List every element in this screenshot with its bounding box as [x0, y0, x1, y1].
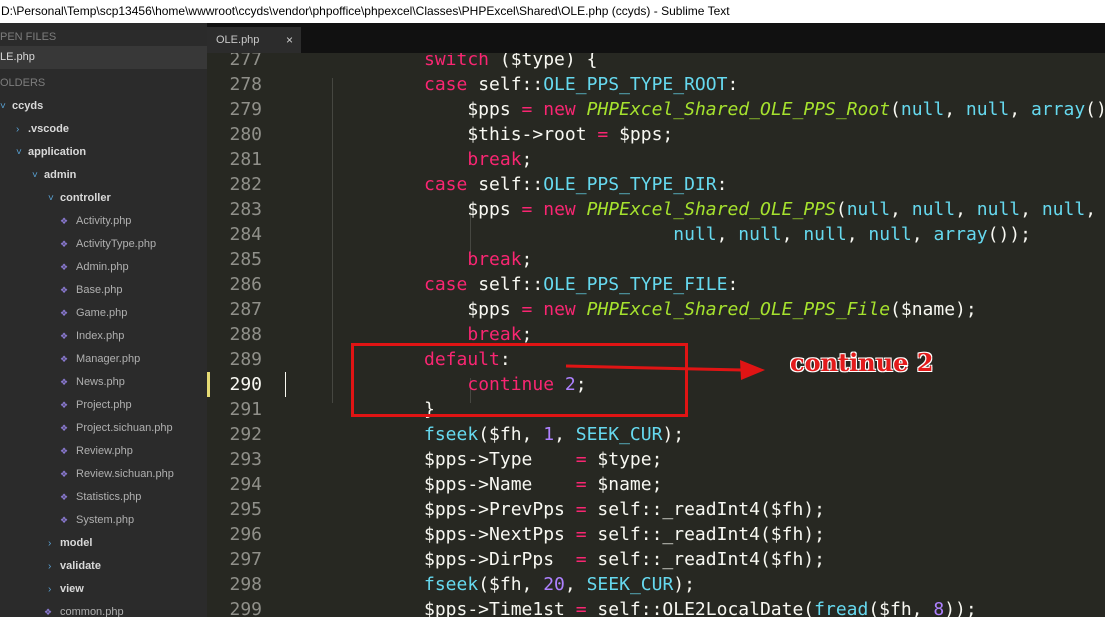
annotation-label: continue 2	[790, 348, 934, 377]
annotation-arrow	[565, 360, 765, 380]
annotation-arrow-head	[740, 360, 765, 380]
annotation-arrow-shaft	[565, 364, 743, 372]
